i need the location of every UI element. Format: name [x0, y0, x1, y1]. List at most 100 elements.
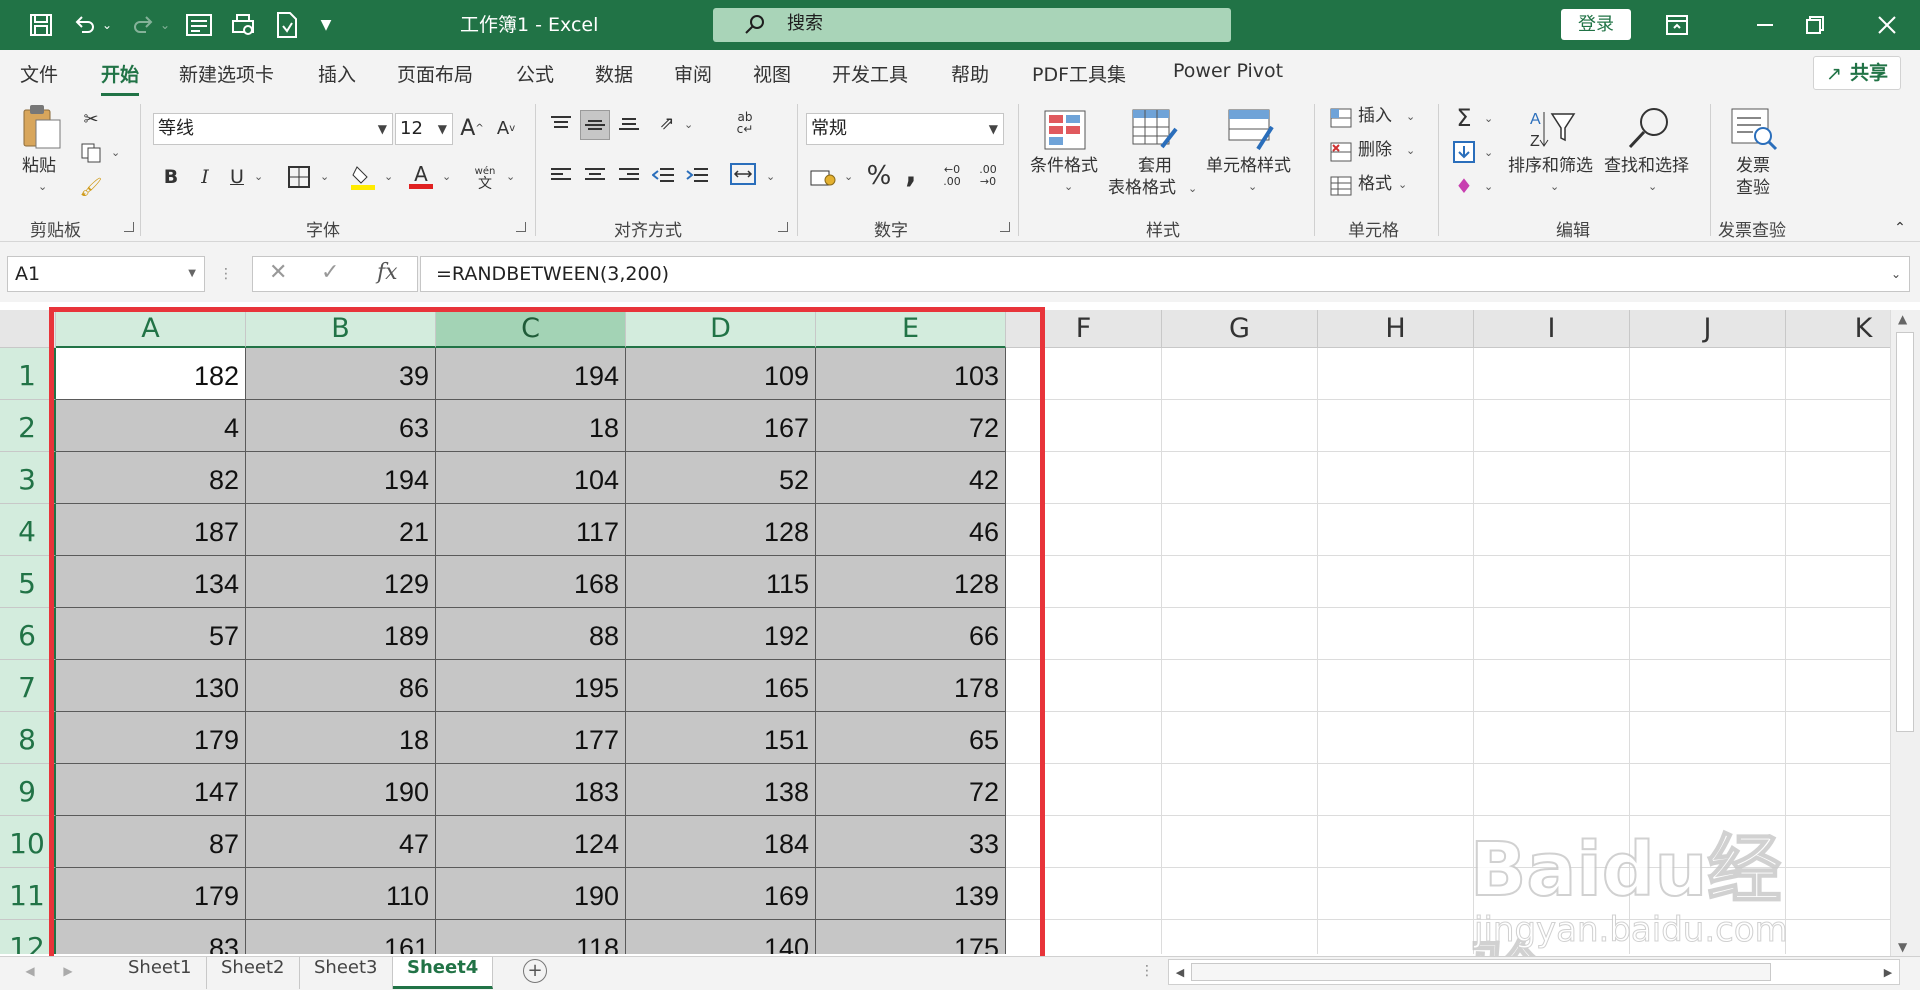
empty-cell[interactable] [1786, 608, 1890, 660]
empty-cell[interactable] [1474, 660, 1630, 712]
cell-a8[interactable]: 179 [56, 712, 246, 764]
percent-button[interactable]: % [864, 160, 894, 192]
find-select-icon[interactable] [1624, 104, 1672, 154]
row-header-4[interactable]: 4 [0, 504, 56, 556]
borders-dropdown-icon[interactable]: ⌄ [320, 170, 329, 183]
column-header-g[interactable]: G [1162, 310, 1318, 348]
empty-cell[interactable] [1786, 712, 1890, 764]
close-icon[interactable] [1872, 9, 1902, 41]
document-icon[interactable] [272, 9, 302, 41]
enter-icon[interactable]: ✓ [321, 260, 339, 285]
cell-e10[interactable]: 33 [816, 816, 1006, 868]
row-header-6[interactable]: 6 [0, 608, 56, 660]
increase-indent-icon[interactable] [684, 162, 710, 188]
horizontal-scrollbar[interactable]: ◀ ▶ [1168, 959, 1900, 985]
align-right-icon[interactable] [616, 162, 642, 188]
empty-cell[interactable] [1006, 556, 1162, 608]
number-launcher-icon[interactable] [1000, 222, 1010, 232]
empty-cell[interactable] [1006, 348, 1162, 400]
prev-sheet-icon[interactable]: ◀ [22, 961, 38, 981]
autosum-icon[interactable]: Σ [1450, 104, 1478, 132]
cell-e8[interactable]: 65 [816, 712, 1006, 764]
row-header-9[interactable]: 9 [0, 764, 56, 816]
fill-icon[interactable] [1450, 138, 1478, 166]
more-options-icon[interactable]: ⋮ [216, 264, 236, 284]
cell-a1[interactable]: 182 [56, 348, 246, 400]
customize-qat-icon[interactable]: ▼ [316, 9, 336, 41]
cell-e1[interactable]: 103 [816, 348, 1006, 400]
empty-cell[interactable] [1318, 816, 1474, 868]
row-header-1[interactable]: 1 [0, 348, 56, 400]
column-header-f[interactable]: F [1006, 310, 1162, 348]
decrease-decimal-icon[interactable]: .00 →0 [972, 160, 1004, 192]
cell-styles-icon[interactable] [1226, 106, 1276, 154]
cell-b6[interactable]: 189 [246, 608, 436, 660]
empty-cell[interactable] [1318, 452, 1474, 504]
chevron-down-icon[interactable]: ⌄ [1406, 144, 1415, 157]
empty-cell[interactable] [1318, 556, 1474, 608]
empty-cell[interactable] [1162, 400, 1318, 452]
cell-e9[interactable]: 72 [816, 764, 1006, 816]
merge-dropdown-icon[interactable]: ⌄ [766, 170, 775, 183]
chevron-down-icon[interactable]: ⌄ [1188, 182, 1197, 195]
cancel-icon[interactable]: ✕ [269, 260, 287, 285]
login-button[interactable]: 登录 [1561, 9, 1631, 40]
cell-d4[interactable]: 128 [626, 504, 816, 556]
delete-cells-icon[interactable] [1328, 140, 1354, 164]
undo-dropdown-icon[interactable]: ⌄ [100, 9, 114, 41]
empty-cell[interactable] [1006, 452, 1162, 504]
scroll-up-icon[interactable]: ▲ [1898, 312, 1907, 326]
split-handle-icon[interactable]: ⋮ [1140, 961, 1154, 981]
restore-icon[interactable] [1800, 9, 1830, 41]
chevron-down-icon[interactable]: ⌄ [1406, 110, 1415, 123]
cell-c8[interactable]: 177 [436, 712, 626, 764]
column-header-d[interactable]: D [626, 310, 816, 348]
number-format-combo[interactable]: 常规 ▼ [806, 113, 1004, 145]
empty-cell[interactable] [1474, 608, 1630, 660]
cell-b7[interactable]: 86 [246, 660, 436, 712]
form-icon[interactable] [184, 9, 214, 41]
empty-cell[interactable] [1162, 920, 1318, 954]
row-header-12[interactable]: 12 [0, 920, 56, 954]
cell-c1[interactable]: 194 [436, 348, 626, 400]
bold-button[interactable]: B [160, 162, 182, 192]
empty-cell[interactable] [1318, 608, 1474, 660]
print-preview-icon[interactable] [228, 9, 258, 41]
horizontal-scroll-thumb[interactable] [1191, 963, 1771, 981]
empty-cell[interactable] [1474, 764, 1630, 816]
sheet-tab-4[interactable]: Sheet4 [393, 957, 494, 989]
empty-cell[interactable] [1630, 920, 1786, 954]
worksheet-grid[interactable]: A B C D E F G H I J K 1 182 39 194 109 103 2 4 63 18 167 72 3 82… [0, 302, 1890, 954]
cell-a7[interactable]: 130 [56, 660, 246, 712]
cell-d10[interactable]: 184 [626, 816, 816, 868]
empty-cell[interactable] [1630, 400, 1786, 452]
add-sheet-icon[interactable]: + [523, 959, 547, 983]
empty-cell[interactable] [1318, 348, 1474, 400]
comma-style-button[interactable]: , [898, 155, 924, 190]
format-cells-label[interactable]: 格式 [1358, 174, 1392, 194]
row-header-7[interactable]: 7 [0, 660, 56, 712]
empty-cell[interactable] [1162, 608, 1318, 660]
tab-view[interactable]: 视图 [753, 60, 791, 87]
redo-dropdown-icon[interactable]: ⌄ [158, 9, 172, 41]
empty-cell[interactable] [1162, 660, 1318, 712]
empty-cell[interactable] [1630, 712, 1786, 764]
merge-center-icon[interactable] [728, 160, 758, 188]
empty-cell[interactable] [1318, 504, 1474, 556]
tab-help[interactable]: 帮助 [951, 60, 989, 87]
tab-data[interactable]: 数据 [595, 60, 633, 87]
cell-b5[interactable]: 129 [246, 556, 436, 608]
empty-cell[interactable] [1474, 452, 1630, 504]
tab-page-layout[interactable]: 页面布局 [397, 60, 473, 87]
tab-insert[interactable]: 插入 [318, 60, 356, 87]
empty-cell[interactable] [1162, 556, 1318, 608]
empty-cell[interactable] [1786, 452, 1890, 504]
column-header-k[interactable]: K [1786, 310, 1890, 348]
scroll-left-icon[interactable]: ◀ [1173, 963, 1187, 981]
cell-a2[interactable]: 4 [56, 400, 246, 452]
empty-cell[interactable] [1318, 868, 1474, 920]
conditional-format-icon[interactable] [1040, 106, 1090, 154]
share-button[interactable]: ↗ 共享 [1813, 56, 1901, 90]
empty-cell[interactable] [1786, 816, 1890, 868]
empty-cell[interactable] [1006, 660, 1162, 712]
